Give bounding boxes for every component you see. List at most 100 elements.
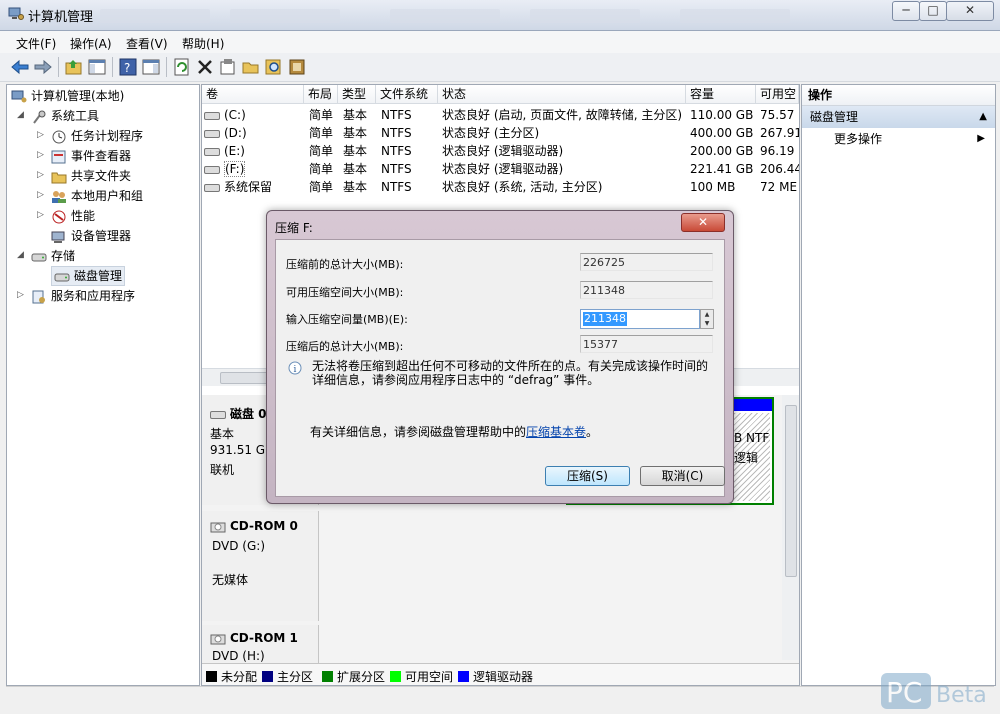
total-before-label: 压缩前的总计大小(MB): [286, 258, 404, 271]
shrink-amount-input[interactable]: 211348 [580, 309, 700, 329]
scrollbar-thumb[interactable] [785, 405, 797, 577]
svg-text:?: ? [124, 61, 130, 75]
dialog-close-button[interactable]: ✕ [681, 213, 725, 232]
properties-pane-icon[interactable] [141, 57, 161, 77]
menu-view[interactable]: 查看(V) [126, 35, 168, 52]
more-actions-item[interactable]: 更多操作 ▶ [802, 128, 995, 150]
volume-status: 状态良好 (逻辑驱动器) [442, 144, 564, 158]
legend-swatch [322, 671, 333, 682]
toolbar: ? [0, 53, 1000, 82]
menu-help[interactable]: 帮助(H) [182, 35, 224, 52]
properties-icon[interactable] [218, 57, 238, 77]
column-header-capacity[interactable]: 容量 [686, 85, 756, 104]
forward-arrow-icon[interactable] [33, 57, 53, 77]
refresh-icon[interactable] [172, 57, 192, 77]
help-suffix: 。 [586, 425, 599, 439]
column-header-layout[interactable]: 布局 [304, 85, 338, 104]
vertical-scrollbar[interactable] [782, 395, 799, 660]
show-hide-console-tree-icon[interactable] [87, 57, 107, 77]
partition-legend: 未分配 主分区 扩展分区 可用空间 逻辑驱动器 [202, 663, 799, 685]
collapse-arrow-icon[interactable]: ◢ [17, 110, 24, 120]
collapse-arrow-icon[interactable]: ◢ [17, 250, 24, 260]
volume-free: 267.91 [760, 126, 799, 140]
cdrom-icon [210, 634, 226, 644]
table-row[interactable]: (F:) 简单 基本 NTFS 状态良好 (逻辑驱动器) 221.41 GB 2… [202, 160, 799, 178]
disk-size: 931.51 GE [210, 443, 273, 457]
volume-type: 基本 [343, 126, 368, 140]
maximize-button[interactable]: □ [919, 1, 947, 21]
console-tree: 计算机管理(本地) ◢ 系统工具 ▷ 任务计划程序 ▷ 事件查看器 ▷ 共享文件… [6, 84, 200, 686]
volume-layout: 简单 [309, 108, 334, 122]
spin-down-icon[interactable]: ▼ [701, 319, 713, 328]
expand-arrow-icon[interactable]: ▷ [37, 130, 44, 140]
help-link[interactable]: 压缩基本卷 [526, 425, 586, 439]
background-tab [390, 9, 500, 23]
table-row[interactable]: (D:) 简单 基本 NTFS 状态良好 (主分区) 400.00 GB 267… [202, 124, 799, 142]
background-tab [530, 9, 640, 23]
shrink-amount-spinner[interactable]: ▲ ▼ [700, 309, 714, 329]
menu-file[interactable]: 文件(F) [16, 35, 56, 52]
volume-free: 206.44 [760, 162, 799, 176]
minimize-button[interactable]: ─ [892, 1, 920, 21]
expand-arrow-icon[interactable]: ▷ [37, 210, 44, 220]
legend-primary: 主分区 [262, 668, 313, 685]
expand-arrow-icon[interactable]: ▷ [37, 150, 44, 160]
expand-arrow-icon[interactable]: ▷ [37, 190, 44, 200]
actions-section-disk-management[interactable]: 磁盘管理 ▲ [802, 106, 995, 128]
tools-icon [33, 110, 46, 124]
back-arrow-icon[interactable] [10, 57, 30, 77]
watermark-text: Beta [936, 683, 987, 708]
disk-settings-icon[interactable] [287, 57, 307, 77]
delete-icon[interactable] [195, 57, 215, 77]
performance-icon [52, 210, 66, 223]
cdrom-0-label[interactable]: CD-ROM 0 DVD (G:) 无媒体 [202, 511, 319, 621]
legend-swatch [206, 671, 217, 682]
status-bar [6, 686, 994, 707]
column-header-free[interactable]: 可用空 [756, 85, 799, 104]
volume-name: (F:) [224, 161, 246, 177]
legend-extended: 扩展分区 [322, 668, 385, 685]
volume-capacity: 100 MB [690, 180, 736, 194]
search-icon[interactable] [264, 57, 284, 77]
up-folder-icon[interactable] [64, 57, 84, 77]
disk-media: 无媒体 [212, 573, 249, 587]
tree-item-device-manager[interactable]: 设备管理器 [51, 227, 131, 245]
shrink-amount-value: 211348 [583, 312, 627, 326]
actions-header: 操作 [802, 85, 995, 106]
volume-capacity: 400.00 GB [690, 126, 754, 140]
open-folder-icon[interactable] [241, 57, 261, 77]
shrink-button[interactable]: 压缩(S) [545, 466, 630, 486]
tree-label: 共享文件夹 [71, 169, 132, 183]
cancel-button[interactable]: 取消(C) [640, 466, 725, 486]
disk-status: 联机 [210, 463, 235, 477]
table-row[interactable]: (C:) 简单 基本 NTFS 状态良好 (启动, 页面文件, 故障转储, 主分… [202, 106, 799, 124]
collapse-up-icon[interactable]: ▲ [979, 106, 987, 128]
volume-type: 基本 [343, 144, 368, 158]
close-button[interactable]: ✕ [946, 1, 994, 21]
available-label: 可用压缩空间大小(MB): [286, 286, 404, 299]
column-header-filesystem[interactable]: 文件系统 [376, 85, 438, 104]
column-header-type[interactable]: 类型 [338, 85, 376, 104]
watermark-logo-icon: PC Beta [881, 673, 987, 709]
legend-logical: 逻辑驱动器 [458, 668, 533, 685]
table-row[interactable]: (E:) 简单 基本 NTFS 状态良好 (逻辑驱动器) 200.00 GB 9… [202, 142, 799, 160]
column-header-volume[interactable]: 卷 [202, 85, 304, 104]
disk-drive: DVD (G:) [212, 539, 265, 553]
tree-item-disk-management[interactable]: 磁盘管理 [51, 266, 126, 286]
expand-arrow-icon[interactable]: ▷ [17, 290, 24, 300]
help-text: 有关详细信息，请参阅磁盘管理帮助中的压缩基本卷。 [310, 423, 598, 440]
tree-label: 系统工具 [51, 109, 100, 123]
volume-capacity: 200.00 GB [690, 144, 754, 158]
volume-name: (E:) [224, 144, 245, 158]
tree-label: 事件查看器 [71, 149, 132, 163]
menu-action[interactable]: 操作(A) [70, 35, 112, 52]
tree-label: 设备管理器 [71, 229, 132, 243]
tree-item-root[interactable]: 计算机管理(本地) [11, 87, 124, 105]
column-header-status[interactable]: 状态 [438, 85, 686, 104]
expand-arrow-icon[interactable]: ▷ [37, 170, 44, 180]
volume-filesystem: NTFS [381, 162, 412, 176]
spin-up-icon[interactable]: ▲ [701, 310, 713, 319]
table-row[interactable]: 系统保留 简单 基本 NTFS 状态良好 (系统, 活动, 主分区) 100 M… [202, 178, 799, 196]
help-icon[interactable]: ? [118, 57, 138, 77]
volume-status: 状态良好 (主分区) [442, 126, 540, 140]
